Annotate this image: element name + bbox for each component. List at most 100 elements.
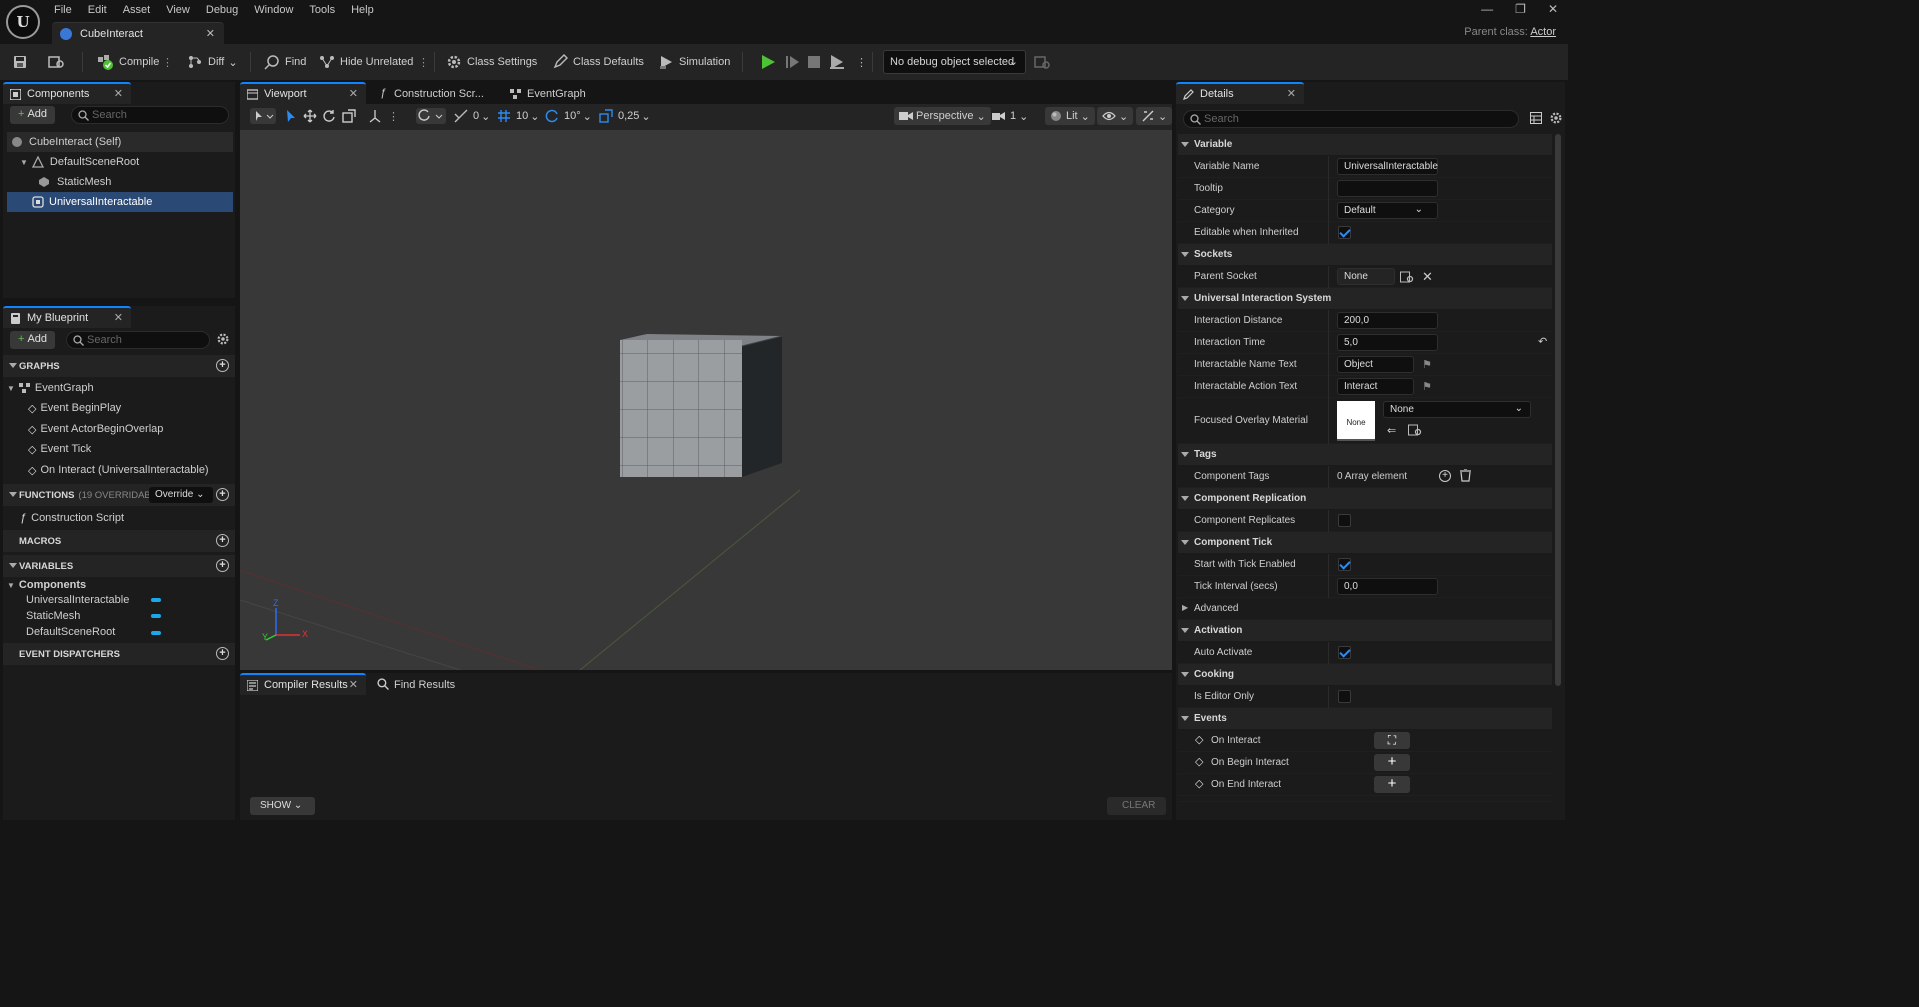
section-variable[interactable]: Variable (1178, 134, 1552, 156)
close-icon[interactable]: ✕ (349, 678, 358, 691)
menu-tools[interactable]: Tools (309, 4, 335, 16)
settings-gear-icon[interactable] (1549, 111, 1563, 125)
material-dropdown[interactable]: None ⌄ (1383, 401, 1531, 418)
functions-section-header[interactable]: FUNCTIONS (19 OVERRIDABLE) Override ⌄ + (3, 484, 235, 506)
tab-compiler-results[interactable]: Compiler Results ✕ (240, 673, 366, 695)
add-function-icon[interactable]: + (216, 488, 229, 501)
section-universal-interaction-system[interactable]: Universal Interaction System (1178, 288, 1552, 310)
more-options-icon[interactable]: ⋮ (418, 44, 429, 80)
browse-asset-icon[interactable] (1408, 423, 1422, 436)
add-component-button[interactable]: + Add (10, 106, 56, 124)
viewport-options-dropdown[interactable]: ⌄ (1136, 107, 1173, 125)
rotation-snap-toggle[interactable]: 10° ⌄ (545, 107, 592, 125)
override-dropdown[interactable]: Override ⌄ (149, 487, 213, 503)
editor-only-checkbox[interactable] (1338, 690, 1351, 703)
restore-icon[interactable]: ❐ (1515, 2, 1526, 16)
event-graph-item[interactable]: ▼ EventGraph (7, 378, 94, 398)
play-button[interactable] (760, 44, 781, 80)
scale-tool-icon[interactable] (342, 107, 356, 125)
select-mode-dropdown[interactable] (250, 107, 276, 125)
graphs-section-header[interactable]: GRAPHS + (3, 355, 235, 377)
show-button[interactable]: SHOW ⌄ (250, 797, 315, 815)
document-tab[interactable]: CubeInteract ✕ (52, 22, 224, 44)
interaction-time-input[interactable]: 5,0 (1337, 334, 1438, 351)
eject-button[interactable] (829, 44, 850, 80)
add-event-button[interactable]: + (1374, 776, 1410, 793)
surface-snap-icon[interactable] (368, 107, 382, 125)
browse-socket-icon[interactable] (1400, 270, 1414, 283)
section-events[interactable]: Events (1178, 708, 1552, 730)
details-scrollbar[interactable] (1555, 134, 1561, 686)
component-item-universalinteractable[interactable]: UniversalInteractable (7, 192, 233, 212)
menu-debug[interactable]: Debug (206, 4, 238, 16)
event-item[interactable]: ◇ Event Tick (28, 439, 91, 459)
macros-section-header[interactable]: MACROS + (3, 530, 235, 552)
section-component-tick[interactable]: Component Tick (1178, 532, 1552, 554)
component-replicates-checkbox[interactable] (1338, 514, 1351, 527)
add-blueprint-item-button[interactable]: + Add (10, 331, 56, 349)
stop-button[interactable] (806, 44, 827, 80)
event-item[interactable]: ◇ On Interact (UniversalInteractable) (28, 460, 209, 480)
camera-speed-dropdown[interactable]: 1 ⌄ (992, 107, 1028, 125)
editable-inherited-checkbox[interactable] (1338, 226, 1351, 239)
close-icon[interactable]: ✕ (114, 87, 123, 100)
menu-window[interactable]: Window (254, 4, 293, 16)
tab-construction-script[interactable]: ƒ Construction Scr... (372, 84, 498, 104)
close-icon[interactable]: ✕ (206, 27, 215, 40)
view-event-button[interactable]: ⛶ (1374, 732, 1410, 749)
tab-event-graph[interactable]: EventGraph (505, 84, 605, 104)
components-search-input[interactable]: Search (71, 106, 229, 124)
add-event-button[interactable]: + (1374, 754, 1410, 771)
event-item[interactable]: ◇ Event ActorBeginOverlap (28, 419, 163, 439)
details-search-input[interactable]: Search (1183, 110, 1519, 128)
tab-viewport[interactable]: Viewport ✕ (240, 82, 366, 104)
find-button[interactable]: Find (264, 44, 306, 80)
close-icon[interactable]: ✕ (114, 311, 123, 324)
show-flags-dropdown[interactable]: ⌄ (1097, 107, 1134, 125)
event-dispatchers-section-header[interactable]: EVENT DISPATCHERS + (3, 643, 235, 665)
section-tags[interactable]: Tags (1178, 444, 1552, 466)
tab-details[interactable]: Details ✕ (1176, 82, 1304, 104)
tick-interval-input[interactable]: 0,0 (1337, 578, 1438, 595)
event-item[interactable]: ◇ Event BeginPlay (28, 398, 121, 418)
scale-snap-toggle[interactable]: 0,25 ⌄ (599, 107, 651, 125)
row-advanced[interactable]: ▶ Advanced (1178, 598, 1552, 620)
browse-icon[interactable] (48, 44, 71, 80)
add-element-icon[interactable]: + (1439, 470, 1451, 482)
close-icon[interactable]: ✕ (349, 87, 358, 100)
flag-icon[interactable]: ⚑ (1422, 380, 1432, 393)
simulation-button[interactable]: Simulation (658, 44, 730, 80)
my-blueprint-tab[interactable]: My Blueprint ✕ (3, 306, 131, 328)
variables-section-header[interactable]: VARIABLES + (3, 555, 235, 577)
component-item-staticmesh[interactable]: StaticMesh (38, 172, 111, 192)
name-text-input[interactable]: Object (1337, 356, 1414, 373)
rotate-tool-icon[interactable] (322, 107, 336, 125)
reset-to-default-icon[interactable]: ↶ (1538, 335, 1547, 348)
parent-socket-value[interactable]: None (1337, 268, 1395, 285)
construction-script-item[interactable]: ƒ Construction Script (20, 508, 124, 528)
parent-class-link[interactable]: Actor (1530, 26, 1556, 38)
tooltip-input[interactable] (1337, 180, 1438, 197)
clear-button[interactable]: CLEAR (1107, 797, 1166, 815)
clear-icon[interactable]: ✕ (1422, 269, 1433, 285)
step-button[interactable] (784, 44, 805, 80)
settings-gear-icon[interactable] (216, 332, 230, 346)
class-defaults-button[interactable]: Class Defaults (552, 44, 644, 80)
menu-view[interactable]: View (166, 4, 190, 16)
menu-help[interactable]: Help (351, 4, 374, 16)
variable-name-input[interactable]: UniversalInteractable (1337, 158, 1438, 175)
add-variable-icon[interactable]: + (216, 559, 229, 572)
play-options-icon[interactable]: ⋮ (856, 44, 867, 80)
add-dispatcher-icon[interactable]: + (216, 647, 229, 660)
coordinate-space-dropdown[interactable] (416, 107, 446, 125)
close-window-icon[interactable]: ✕ (1548, 2, 1558, 16)
variable-item[interactable]: DefaultSceneRoot (26, 622, 115, 642)
menu-edit[interactable]: Edit (88, 4, 107, 16)
save-icon[interactable] (12, 44, 33, 80)
more-tools-icon[interactable]: ⋮ (388, 107, 399, 125)
viewport[interactable]: Z Y X (240, 130, 1172, 670)
blueprint-search-input[interactable]: Search (66, 331, 210, 349)
table-view-icon[interactable] (1530, 112, 1542, 124)
material-thumbnail[interactable]: None (1337, 401, 1375, 441)
compile-button[interactable]: Compile (96, 44, 159, 80)
